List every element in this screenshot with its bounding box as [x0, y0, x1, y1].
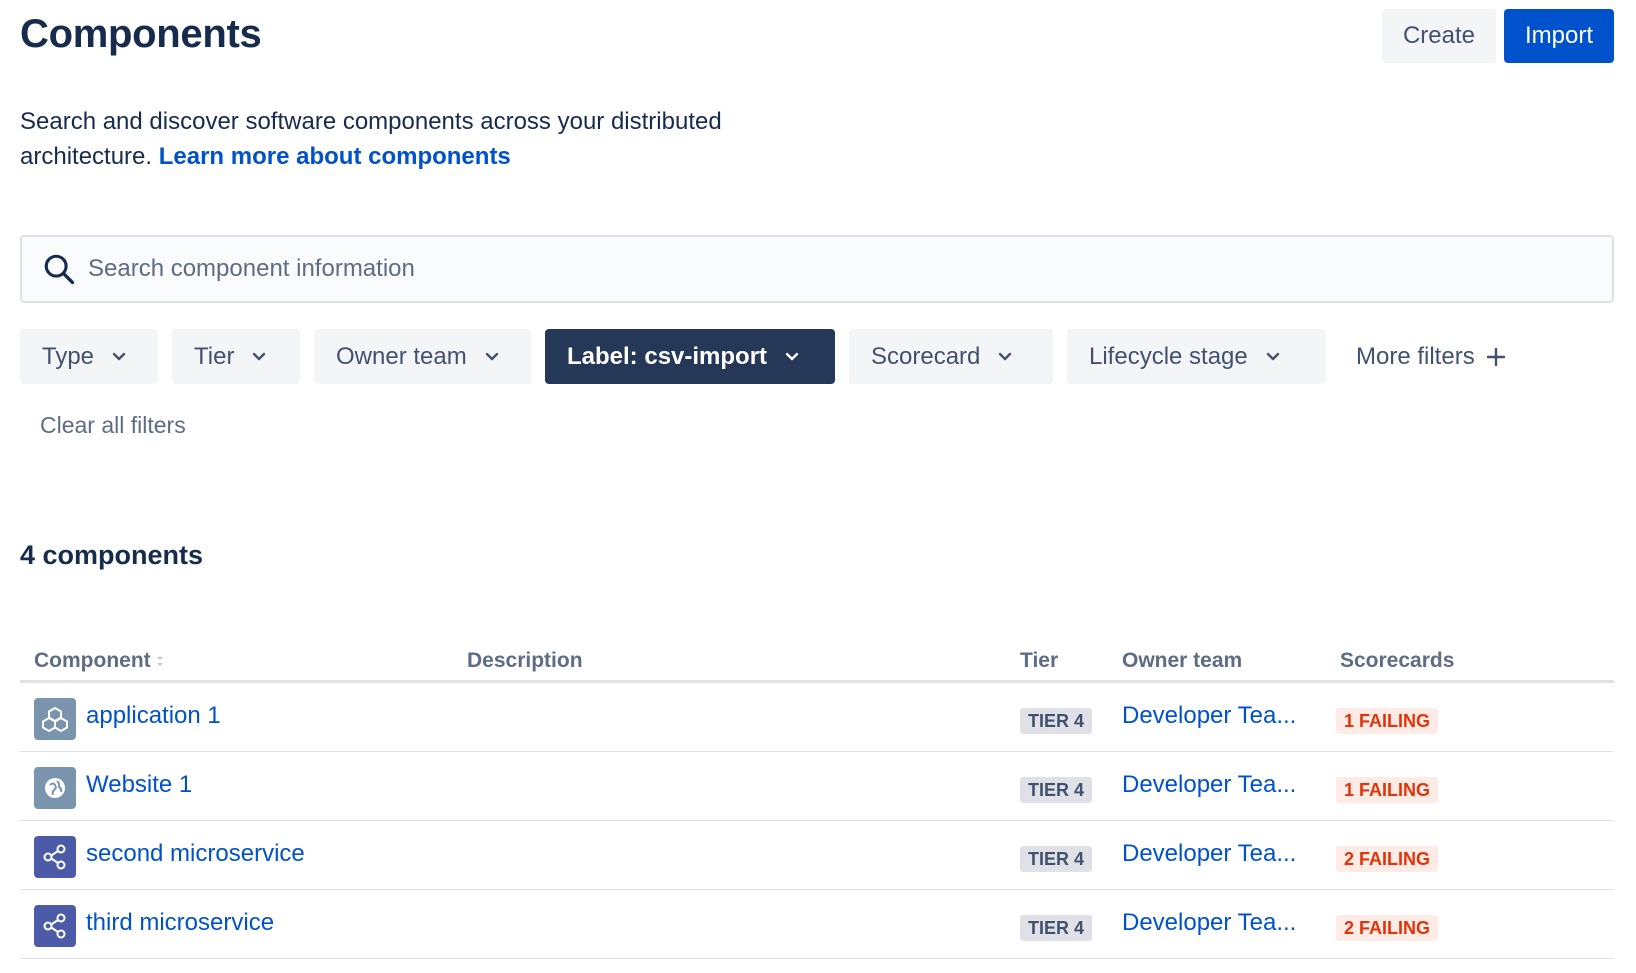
chevron-down-icon: [485, 352, 498, 361]
column-header-description: Description: [467, 649, 583, 672]
service-icon: [34, 836, 76, 878]
tier-filter-label: Tier: [194, 342, 235, 370]
component-name-link[interactable]: second microservice: [86, 840, 305, 868]
owner-team-filter-label: Owner team: [336, 342, 467, 370]
label-filter-active[interactable]: Label: csv-import: [545, 329, 835, 384]
filter-bar: Type Tier Owner team Label: csv-import S…: [20, 329, 1523, 384]
column-header-component-label: Component: [34, 649, 151, 672]
label-filter-label: Label: csv-import: [567, 342, 768, 370]
column-header-scorecards: Scorecards: [1340, 649, 1455, 672]
tier-filter[interactable]: Tier: [172, 329, 300, 384]
column-header-owner-team: Owner team: [1122, 649, 1243, 672]
tier-badge: TIER 4: [1020, 777, 1093, 803]
owner-team-link[interactable]: Developer Tea...: [1122, 909, 1296, 937]
table-row[interactable]: second microservice TIER 4 Developer Tea…: [20, 821, 1614, 890]
owner-team-link[interactable]: Developer Tea...: [1122, 702, 1296, 730]
website-icon: [34, 767, 76, 809]
owner-team-filter[interactable]: Owner team: [314, 329, 531, 384]
scorecard-failing-badge[interactable]: 2 FAILING: [1336, 915, 1439, 941]
lifecycle-stage-filter-label: Lifecycle stage: [1089, 342, 1248, 370]
component-name-link[interactable]: third microservice: [86, 909, 274, 937]
lifecycle-stage-filter[interactable]: Lifecycle stage: [1067, 329, 1326, 384]
plus-icon: [1486, 347, 1505, 366]
learn-more-link[interactable]: Learn more about components: [159, 143, 511, 170]
component-count: 4 components: [20, 540, 204, 570]
search-bar[interactable]: [20, 235, 1614, 303]
more-filters-button[interactable]: More filters: [1340, 329, 1523, 384]
component-name-link[interactable]: Website 1: [86, 771, 192, 799]
scorecard-failing-badge[interactable]: 1 FAILING: [1336, 777, 1439, 803]
tier-badge: TIER 4: [1020, 708, 1093, 734]
tier-badge: TIER 4: [1020, 846, 1093, 872]
tier-badge: TIER 4: [1020, 915, 1093, 941]
owner-team-link[interactable]: Developer Tea...: [1122, 771, 1296, 799]
scorecard-filter[interactable]: Scorecard: [849, 329, 1053, 384]
intro-text: Search and discover software components …: [20, 104, 780, 174]
scorecard-filter-label: Scorecard: [871, 342, 981, 370]
clear-all-filters-link[interactable]: Clear all filters: [40, 412, 186, 439]
chevron-down-icon: [785, 352, 799, 361]
type-filter[interactable]: Type: [20, 329, 158, 384]
scorecard-failing-badge[interactable]: 2 FAILING: [1336, 846, 1439, 872]
table-row[interactable]: third microservice TIER 4 Developer Tea.…: [20, 890, 1614, 959]
import-button[interactable]: Import: [1503, 9, 1614, 63]
service-icon: [34, 905, 76, 947]
components-page: Components Create Import Search and disc…: [0, 0, 1636, 973]
components-table: Component Description Tier Owner team Sc…: [20, 647, 1614, 959]
table-row[interactable]: Website 1 TIER 4 Developer Tea... 1 FAIL…: [20, 752, 1614, 821]
chevron-down-icon: [1266, 352, 1279, 361]
table-row[interactable]: application 1 TIER 4 Developer Tea... 1 …: [20, 683, 1614, 752]
search-input[interactable]: [88, 255, 1538, 283]
chevron-down-icon: [253, 352, 266, 361]
column-header-tier: Tier: [1020, 649, 1059, 672]
column-header-component[interactable]: Component: [34, 649, 165, 673]
scorecard-failing-badge[interactable]: 1 FAILING: [1336, 708, 1439, 734]
application-icon: [34, 698, 76, 740]
header-actions: Create Import: [1381, 9, 1614, 63]
chevron-down-icon: [999, 352, 1012, 361]
owner-team-link[interactable]: Developer Tea...: [1122, 840, 1296, 868]
chevron-down-icon: [112, 352, 126, 361]
sort-icon: [156, 656, 163, 667]
more-filters-label: More filters: [1356, 342, 1475, 370]
type-filter-label: Type: [42, 342, 95, 370]
table-header: Component Description Tier Owner team Sc…: [20, 647, 1614, 683]
search-icon: [44, 254, 75, 285]
page-title: Components: [20, 12, 262, 56]
create-button[interactable]: Create: [1381, 9, 1496, 63]
component-name-link[interactable]: application 1: [86, 702, 221, 730]
